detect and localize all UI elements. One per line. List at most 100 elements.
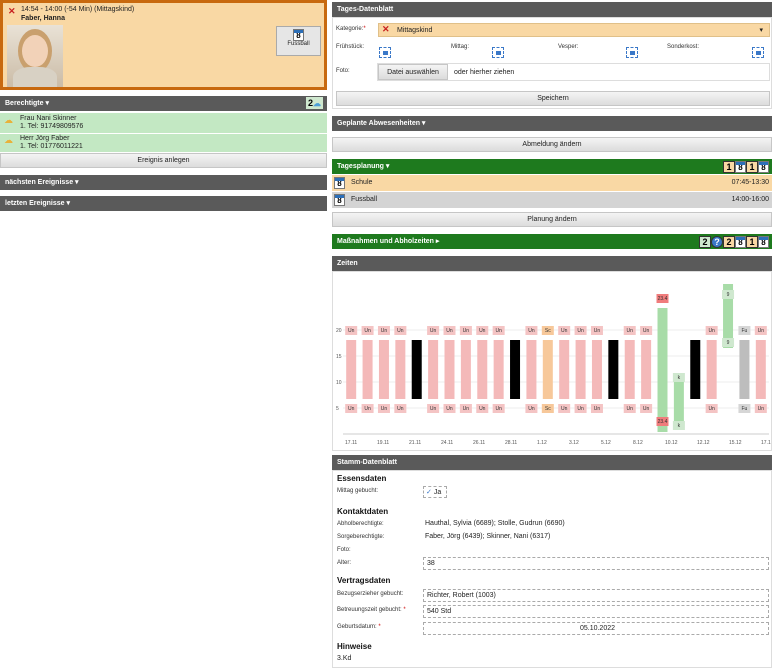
bar-top-label: Un: [463, 328, 470, 334]
calendar-icon: 8: [735, 161, 746, 174]
x-tick-label: 21.11: [409, 440, 421, 446]
day-bar: [559, 340, 570, 399]
change-planning-button[interactable]: Planung ändern: [332, 212, 772, 227]
x-tick-label: 1.12: [537, 440, 547, 446]
measures-header[interactable]: Maßnahmen und Abholzeiten ▸ 2? 2 8 1 8: [332, 234, 772, 249]
day-bar: [526, 340, 537, 399]
change-absence-button[interactable]: Abmeldung ändern: [332, 137, 772, 152]
authorized-header[interactable]: Berechtigte ▾ 2☁: [0, 96, 327, 111]
y-tick-label: 5: [336, 406, 339, 412]
avatar: [7, 25, 63, 87]
day-bar: [641, 340, 652, 399]
profile-calendar-label: Fussball: [287, 41, 310, 47]
bar-bottom-label: Un: [495, 406, 502, 412]
special-diet-checkbox[interactable]: [751, 47, 764, 58]
create-event-button[interactable]: Ereignis anlegen: [0, 153, 327, 168]
drop-hint: oder hierher ziehen: [454, 69, 515, 76]
bar-bottom-label: Un: [446, 406, 453, 412]
care-field[interactable]: 540 Std: [423, 605, 769, 618]
bar-bottom-label: Un: [479, 406, 486, 412]
contact-phone: 1. Tel: 01776011221: [20, 143, 83, 150]
day-bar: [510, 340, 521, 399]
ref-label: Bezugserzieher gebucht:: [337, 591, 404, 597]
x-tick-label: 10.12: [665, 440, 678, 446]
contact-name: Frau Nani Skinner: [20, 115, 77, 122]
bar-bottom-label: Un: [708, 406, 715, 412]
save-button[interactable]: Speichern: [336, 91, 770, 106]
breakfast-checkbox[interactable]: [379, 47, 391, 58]
bar-bottom-label: Sc: [545, 406, 551, 412]
bar-top-label: Un: [479, 328, 486, 334]
vesper-checkbox[interactable]: [625, 47, 638, 58]
birth-field[interactable]: 05.10.2022: [423, 622, 769, 635]
last-events-header[interactable]: letzten Ereignisse ▾: [0, 196, 327, 211]
x-tick-label: 24.11: [441, 440, 453, 446]
profile-calendar-badge[interactable]: 8 Fussball: [276, 26, 321, 56]
planning-header[interactable]: Tagesplanung ▾ 1818: [332, 159, 772, 174]
person-icon: ☁: [4, 135, 13, 145]
absences-header[interactable]: Geplante Abwesenheiten ▾: [332, 116, 772, 131]
bar-bottom-label: Un: [561, 406, 568, 412]
bar-top-label: 9: [727, 292, 730, 298]
planning-row-time: 07:45-13:30: [731, 179, 769, 186]
bar-top-label: Un: [643, 328, 650, 334]
file-drop-zone[interactable]: Datei auswählen oder hierher ziehen: [377, 63, 770, 81]
bar-bottom-label: Un: [758, 406, 765, 412]
day-bar: [755, 340, 766, 399]
lunch-checkbox[interactable]: [491, 47, 504, 58]
calendar-icon: 8: [758, 236, 769, 249]
planning-row[interactable]: 8 Schule 07:45-13:30: [332, 175, 772, 191]
authorized-count-badge: 2☁: [305, 97, 323, 109]
ref-field[interactable]: Richter, Robert (1003): [423, 589, 769, 602]
lunch-booked-label: Mittag gebucht:: [337, 488, 379, 494]
bar-bottom-label: Un: [627, 406, 634, 412]
day-bar: [690, 340, 701, 399]
notes-value: 3.Kd: [337, 655, 352, 662]
x-tick-label: 3.12: [569, 440, 579, 446]
day-bar: [411, 340, 422, 399]
bar-top-label: Un: [381, 328, 388, 334]
contact-item[interactable]: ☁ Frau Nani Skinner 1. Tel: 917498095​76: [0, 113, 327, 133]
category-x-icon: ✕: [382, 24, 390, 34]
day-bar: [591, 340, 602, 399]
notes-section-title: Hinweise: [337, 642, 372, 651]
bar-top-label: Un: [594, 328, 601, 334]
category-select[interactable]: ✕ Mittagskind ▾: [378, 23, 770, 37]
bar-top-label: Un: [577, 328, 584, 334]
help-icon: ?: [711, 236, 723, 249]
breakfast-label: Frühstück:: [336, 44, 365, 50]
bar-top-label: Un: [430, 328, 437, 334]
next-events-header[interactable]: nächsten Ereignisse ▾: [0, 175, 327, 190]
contact-item[interactable]: ☁ Herr Jörg Faber 1. Tel: 01776011221: [0, 134, 327, 152]
bar-top-label: Sc: [545, 328, 551, 334]
bar-top-label: Un: [627, 328, 634, 334]
x-tick-label: 15.12: [729, 440, 742, 446]
x-tick-label: 17.12: [761, 440, 771, 446]
absent-x-icon: ✕: [8, 6, 16, 16]
planning-badges: 1818: [723, 160, 769, 175]
lunch-booked-checkbox[interactable]: ✓ Ja: [423, 486, 447, 498]
day-bar: [575, 340, 586, 399]
bar-bottom-label: Un: [594, 406, 601, 412]
bar-top-label: Un: [446, 328, 453, 334]
x-tick-label: 12.12: [697, 440, 710, 446]
bar-top-label: 23.4: [658, 296, 668, 302]
pickup-label: Abholberechtigte:: [337, 521, 384, 527]
check-icon: ✓: [426, 489, 432, 496]
bar-top-label: Fu: [742, 328, 748, 334]
profile-card: ✕ 14:54 - 14:00 (-54 Min) (Mittagskind) …: [0, 0, 327, 90]
guardian-label: Sorgeberechtigte:: [337, 534, 385, 540]
profile-time-line: 14:54 - 14:00 (-54 Min) (Mittagskind): [21, 6, 135, 13]
bar-bottom-label: Un: [430, 406, 437, 412]
calendar-icon: 8: [735, 236, 746, 249]
y-tick-label: 10: [336, 380, 342, 386]
day-bar: [346, 340, 357, 399]
bar-top-label: Un: [364, 328, 371, 334]
choose-file-button[interactable]: Datei auswählen: [378, 64, 448, 80]
x-tick-label: 19.11: [377, 440, 389, 446]
day-bar: [493, 340, 504, 399]
planning-row[interactable]: 8 Fussball 14:00-16:00: [332, 192, 772, 208]
age-field[interactable]: 38: [423, 557, 769, 570]
authorized-title: Berechtigte ▾: [5, 100, 49, 107]
bar-bottom-label: 23.4: [658, 419, 668, 425]
